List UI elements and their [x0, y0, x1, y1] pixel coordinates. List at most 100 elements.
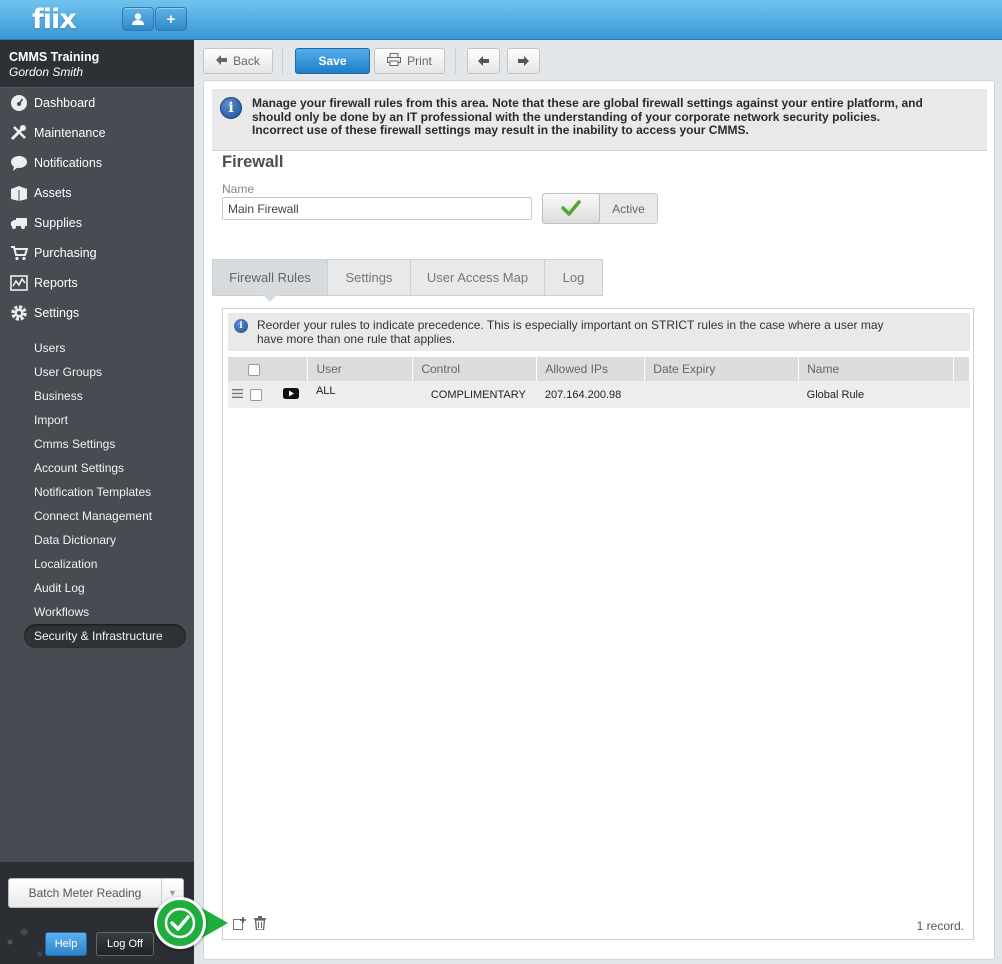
arrow-left-icon	[478, 56, 489, 66]
subnav-business[interactable]: Business	[0, 384, 194, 408]
nav-purchasing[interactable]: Purchasing	[0, 238, 194, 268]
back-label: Back	[233, 54, 260, 68]
grid-info-banner: i Reorder your rules to indicate precede…	[228, 313, 970, 351]
user-menu-button[interactable]	[122, 7, 154, 31]
rules-table: User Control Allowed IPs Date Expiry Nam…	[228, 357, 971, 408]
tab-firewall-rules[interactable]: Firewall Rules	[212, 259, 328, 302]
table-header: User Control Allowed IPs Date Expiry Nam…	[228, 357, 971, 381]
nav-settings[interactable]: Settings	[0, 298, 194, 328]
subnav-users[interactable]: Users	[0, 336, 194, 360]
add-record-icon[interactable]	[233, 916, 246, 933]
video-icon[interactable]	[283, 387, 300, 402]
truck-icon	[9, 214, 29, 232]
checkmark-icon	[561, 200, 581, 216]
subnav-data-dictionary[interactable]: Data Dictionary	[0, 528, 194, 552]
subnav-notification-templates[interactable]: Notification Templates	[0, 480, 194, 504]
row-controls	[228, 381, 308, 408]
column-date-expiry[interactable]: Date Expiry	[644, 357, 800, 381]
print-label: Print	[407, 54, 432, 68]
nav-maintenance[interactable]: Maintenance	[0, 118, 194, 148]
print-button[interactable]: Print	[374, 48, 445, 74]
column-control[interactable]: Control	[412, 357, 538, 381]
subnav-connect-management[interactable]: Connect Management	[0, 504, 194, 528]
tab-user-access-map[interactable]: User Access Map	[411, 259, 545, 296]
company-name: CMMS Training	[9, 50, 100, 64]
record-count: 1 record.	[916, 919, 964, 933]
dashboard-icon	[9, 94, 29, 112]
nav-notifications[interactable]: Notifications	[0, 148, 194, 178]
fiix-logo[interactable]: fiix	[32, 4, 77, 35]
active-label: Active	[612, 201, 645, 216]
nav-label: Maintenance	[34, 126, 106, 140]
user-icon	[132, 13, 144, 25]
top-bar: fiix +	[0, 0, 1002, 40]
printer-icon	[387, 53, 402, 69]
select-all-checkbox[interactable]	[248, 363, 260, 376]
subnav-security-infrastructure[interactable]: Security & Infrastructure	[24, 624, 186, 648]
rules-grid: i Reorder your rules to indicate precede…	[222, 308, 974, 940]
select-all-header	[228, 357, 309, 381]
nav-reports[interactable]: Reports	[0, 268, 194, 298]
firewall-panel: i Manage your firewall rules from this a…	[203, 80, 995, 960]
column-name[interactable]: Name	[798, 357, 954, 381]
box-icon	[9, 184, 29, 202]
batch-meter-reading-button[interactable]: Batch Meter Reading ▼	[8, 878, 184, 908]
plus-icon: +	[166, 10, 176, 28]
batch-label: Batch Meter Reading	[28, 886, 142, 900]
nav-label: Supplies	[34, 216, 82, 230]
column-user[interactable]: User	[307, 357, 414, 381]
previous-record-button[interactable]	[467, 48, 500, 74]
add-button[interactable]: +	[155, 7, 187, 31]
table-row[interactable]: ALL COMPLIMENTARY 207.164.200.98 Global …	[228, 381, 970, 408]
column-allowed-ips[interactable]: Allowed IPs	[536, 357, 646, 381]
save-button[interactable]: Save	[295, 48, 370, 74]
subnav-workflows[interactable]: Workflows	[0, 600, 194, 624]
grid-actions	[233, 916, 266, 933]
arrow-right-icon	[518, 56, 529, 66]
success-badge-icon	[154, 897, 206, 949]
tab-settings[interactable]: Settings	[328, 259, 411, 296]
arrow-left-icon	[216, 54, 228, 68]
account-info[interactable]: CMMS Training Gordon Smith	[0, 40, 194, 88]
nav-assets[interactable]: Assets	[0, 178, 194, 208]
subnav-account-settings[interactable]: Account Settings	[0, 456, 194, 480]
drag-handle-icon[interactable]	[232, 388, 243, 401]
tools-icon	[9, 124, 29, 142]
column-filler	[953, 357, 971, 381]
name-label: Name	[222, 182, 255, 196]
info-icon: i	[234, 319, 248, 333]
cell-name: Global Rule	[798, 381, 954, 408]
subnav-cmms-settings[interactable]: Cmms Settings	[0, 432, 194, 456]
nav-supplies[interactable]: Supplies	[0, 208, 194, 238]
nav-label: Dashboard	[34, 96, 96, 110]
subnav-user-groups[interactable]: User Groups	[0, 360, 194, 384]
name-input[interactable]	[222, 197, 532, 220]
chat-bubble-icon	[9, 154, 29, 172]
nav-label: Notifications	[34, 156, 103, 170]
nav-label: Assets	[34, 186, 72, 200]
main-content: Back Save Print i Manage your firewall r…	[194, 40, 1002, 964]
warning-banner: i Manage your firewall rules from this a…	[212, 89, 987, 151]
settings-subnav: Users User Groups Business Import Cmms S…	[0, 328, 194, 648]
row-checkbox[interactable]	[250, 388, 263, 401]
subnav-localization[interactable]: Localization	[0, 552, 194, 576]
cell-allowed-ips: 207.164.200.98	[536, 381, 645, 408]
active-checkbox[interactable]	[542, 192, 600, 224]
subnav-audit-log[interactable]: Audit Log	[0, 576, 194, 600]
active-toggle[interactable]: Active	[542, 192, 658, 224]
info-icon: i	[220, 97, 242, 119]
nav-dashboard[interactable]: Dashboard	[0, 88, 194, 118]
tab-log[interactable]: Log	[545, 259, 603, 296]
tab-bar: Firewall Rules Settings User Access Map …	[212, 259, 603, 302]
subnav-import[interactable]: Import	[0, 408, 194, 432]
trash-icon[interactable]	[254, 916, 266, 933]
cell-filler	[953, 381, 970, 408]
page-title: Firewall	[222, 153, 284, 171]
help-button[interactable]: Help	[45, 932, 87, 956]
cell-date-expiry	[644, 381, 799, 408]
log-off-button[interactable]: Log Off	[96, 932, 154, 956]
toolbar-divider	[455, 48, 456, 74]
back-button[interactable]: Back	[203, 48, 273, 74]
gear-icon	[9, 304, 29, 322]
next-record-button[interactable]	[507, 48, 540, 74]
